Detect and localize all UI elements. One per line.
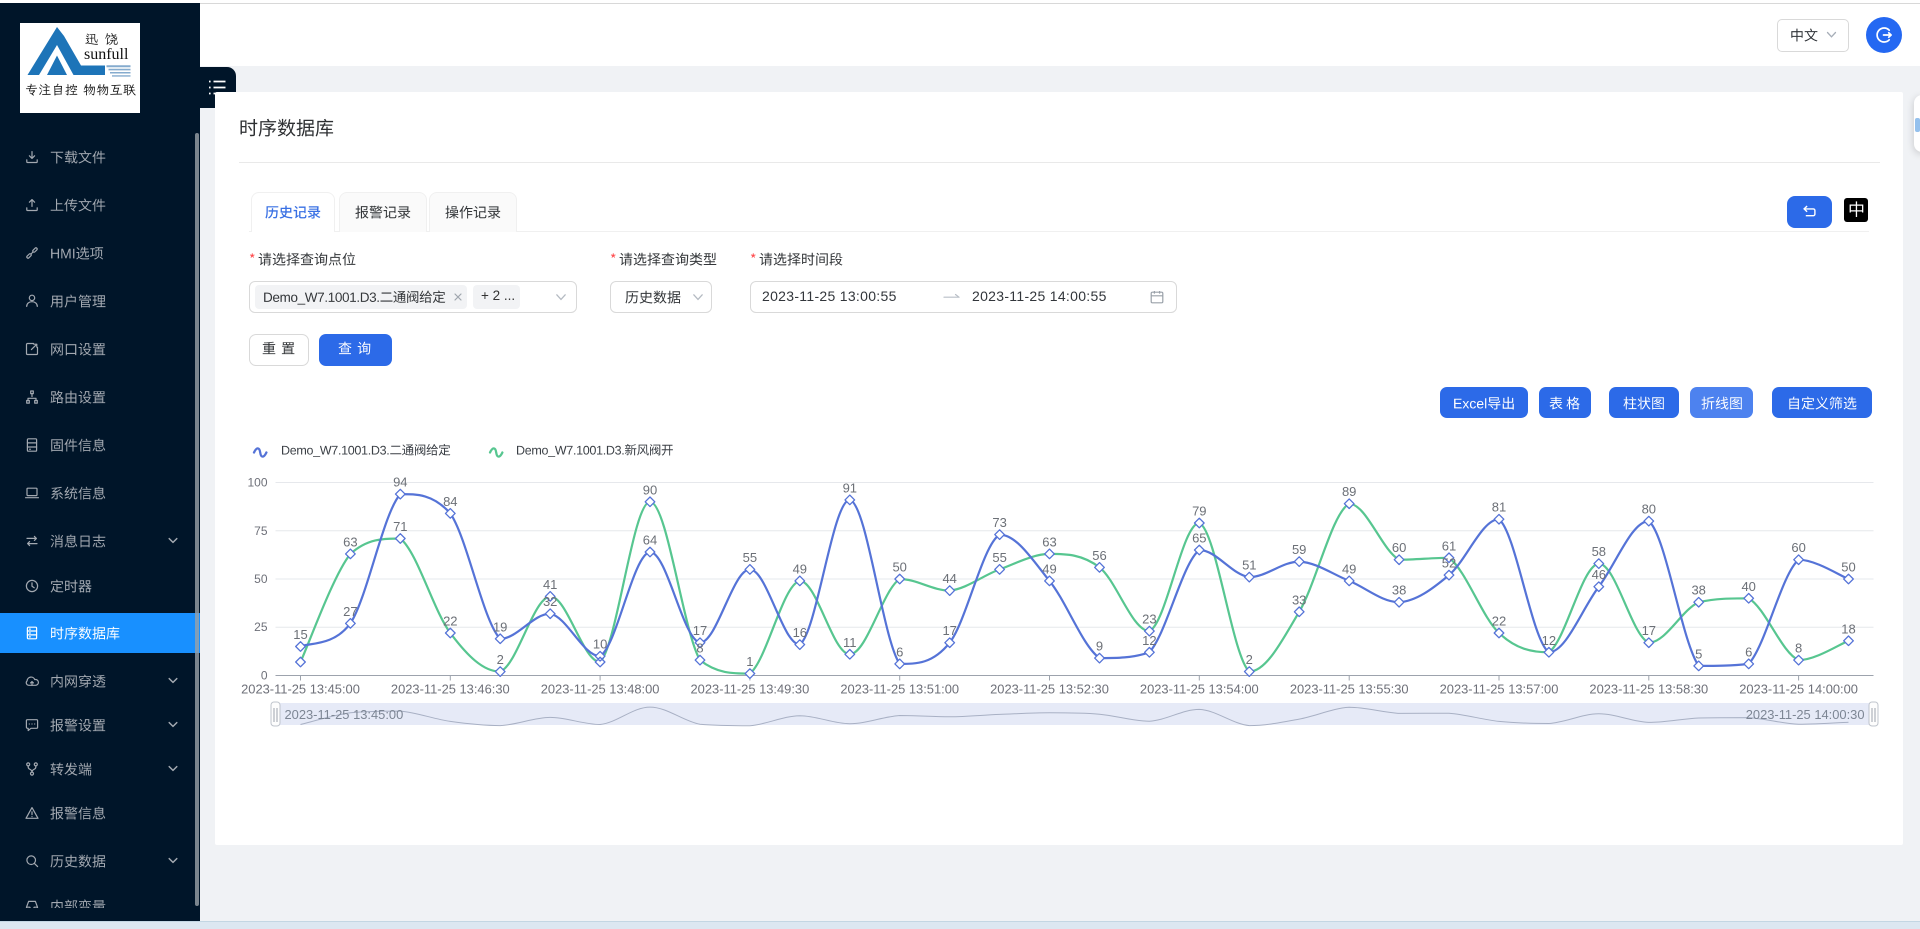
svg-text:91: 91 <box>843 480 857 495</box>
svg-text:2023-11-25 13:48:00: 2023-11-25 13:48:00 <box>541 682 660 697</box>
svg-text:59: 59 <box>1292 542 1306 557</box>
svg-text:0: 0 <box>261 669 268 683</box>
svg-text:49: 49 <box>793 561 807 576</box>
svg-text:94: 94 <box>393 475 407 490</box>
svg-text:89: 89 <box>1342 484 1356 499</box>
svg-text:60: 60 <box>1791 540 1805 555</box>
svg-text:11: 11 <box>843 635 857 650</box>
svg-text:2023-11-25 13:51:00: 2023-11-25 13:51:00 <box>840 682 959 697</box>
svg-text:38: 38 <box>1691 583 1705 598</box>
svg-text:23: 23 <box>1142 612 1156 627</box>
svg-text:73: 73 <box>992 515 1006 530</box>
svg-text:2023-11-25 13:52:30: 2023-11-25 13:52:30 <box>990 682 1109 697</box>
svg-text:2023-11-25 14:00:00: 2023-11-25 14:00:00 <box>1739 682 1858 697</box>
svg-text:38: 38 <box>1392 583 1406 598</box>
svg-text:17: 17 <box>1642 623 1656 638</box>
svg-text:12: 12 <box>1142 633 1156 648</box>
svg-text:55: 55 <box>992 550 1006 565</box>
svg-text:6: 6 <box>1745 644 1752 659</box>
svg-text:71: 71 <box>393 519 407 534</box>
svg-text:58: 58 <box>1592 544 1606 559</box>
svg-text:2023-11-25 13:55:30: 2023-11-25 13:55:30 <box>1290 682 1409 697</box>
svg-text:17: 17 <box>942 623 956 638</box>
svg-text:33: 33 <box>1292 592 1306 607</box>
svg-text:22: 22 <box>1492 614 1506 629</box>
svg-text:50: 50 <box>892 560 906 575</box>
svg-text:16: 16 <box>793 625 807 640</box>
svg-text:44: 44 <box>942 571 956 586</box>
svg-text:63: 63 <box>1042 534 1056 549</box>
svg-text:22: 22 <box>443 614 457 629</box>
svg-text:25: 25 <box>254 620 268 634</box>
svg-text:81: 81 <box>1492 500 1506 515</box>
svg-text:2: 2 <box>1246 652 1253 667</box>
svg-text:27: 27 <box>343 604 357 619</box>
svg-text:2023-11-25 13:57:00: 2023-11-25 13:57:00 <box>1440 682 1559 697</box>
svg-text:2023-11-25 13:49:30: 2023-11-25 13:49:30 <box>691 682 810 697</box>
svg-text:50: 50 <box>254 572 268 586</box>
svg-text:51: 51 <box>1242 558 1256 573</box>
svg-text:2023-11-25 14:00:30: 2023-11-25 14:00:30 <box>1746 707 1865 722</box>
svg-text:2: 2 <box>497 652 504 667</box>
svg-text:90: 90 <box>643 482 657 497</box>
svg-text:100: 100 <box>247 476 267 490</box>
svg-text:60: 60 <box>1392 540 1406 555</box>
svg-text:10: 10 <box>593 637 607 652</box>
svg-text:2023-11-25 13:45:00: 2023-11-25 13:45:00 <box>241 682 360 697</box>
svg-text:46: 46 <box>1592 567 1606 582</box>
svg-text:15: 15 <box>293 627 307 642</box>
svg-text:55: 55 <box>743 550 757 565</box>
svg-text:40: 40 <box>1741 579 1755 594</box>
svg-text:9: 9 <box>1096 639 1103 654</box>
svg-text:17: 17 <box>693 623 707 638</box>
svg-text:64: 64 <box>643 533 657 548</box>
svg-text:19: 19 <box>493 619 507 634</box>
svg-text:84: 84 <box>443 494 457 509</box>
svg-text:56: 56 <box>1092 548 1106 563</box>
svg-text:41: 41 <box>543 577 557 592</box>
svg-text:2023-11-25 13:45:00: 2023-11-25 13:45:00 <box>285 707 404 722</box>
svg-text:6: 6 <box>896 644 903 659</box>
svg-text:49: 49 <box>1342 561 1356 576</box>
svg-text:8: 8 <box>696 641 703 656</box>
svg-text:2023-11-25 13:58:30: 2023-11-25 13:58:30 <box>1589 682 1708 697</box>
svg-text:1: 1 <box>746 654 753 669</box>
svg-text:8: 8 <box>1795 641 1802 656</box>
svg-text:50: 50 <box>1841 560 1855 575</box>
svg-text:49: 49 <box>1042 561 1056 576</box>
svg-text:18: 18 <box>1841 621 1855 636</box>
svg-text:2023-11-25 13:46:30: 2023-11-25 13:46:30 <box>391 682 510 697</box>
svg-text:52: 52 <box>1442 556 1456 571</box>
svg-text:63: 63 <box>343 534 357 549</box>
svg-text:2023-11-25 13:54:00: 2023-11-25 13:54:00 <box>1140 682 1259 697</box>
svg-text:65: 65 <box>1192 531 1206 546</box>
svg-text:80: 80 <box>1642 502 1656 517</box>
svg-text:75: 75 <box>254 524 268 538</box>
svg-text:12: 12 <box>1542 633 1556 648</box>
svg-text:79: 79 <box>1192 504 1206 519</box>
svg-text:61: 61 <box>1442 538 1456 553</box>
svg-text:32: 32 <box>543 594 557 609</box>
svg-text:5: 5 <box>1695 646 1702 661</box>
